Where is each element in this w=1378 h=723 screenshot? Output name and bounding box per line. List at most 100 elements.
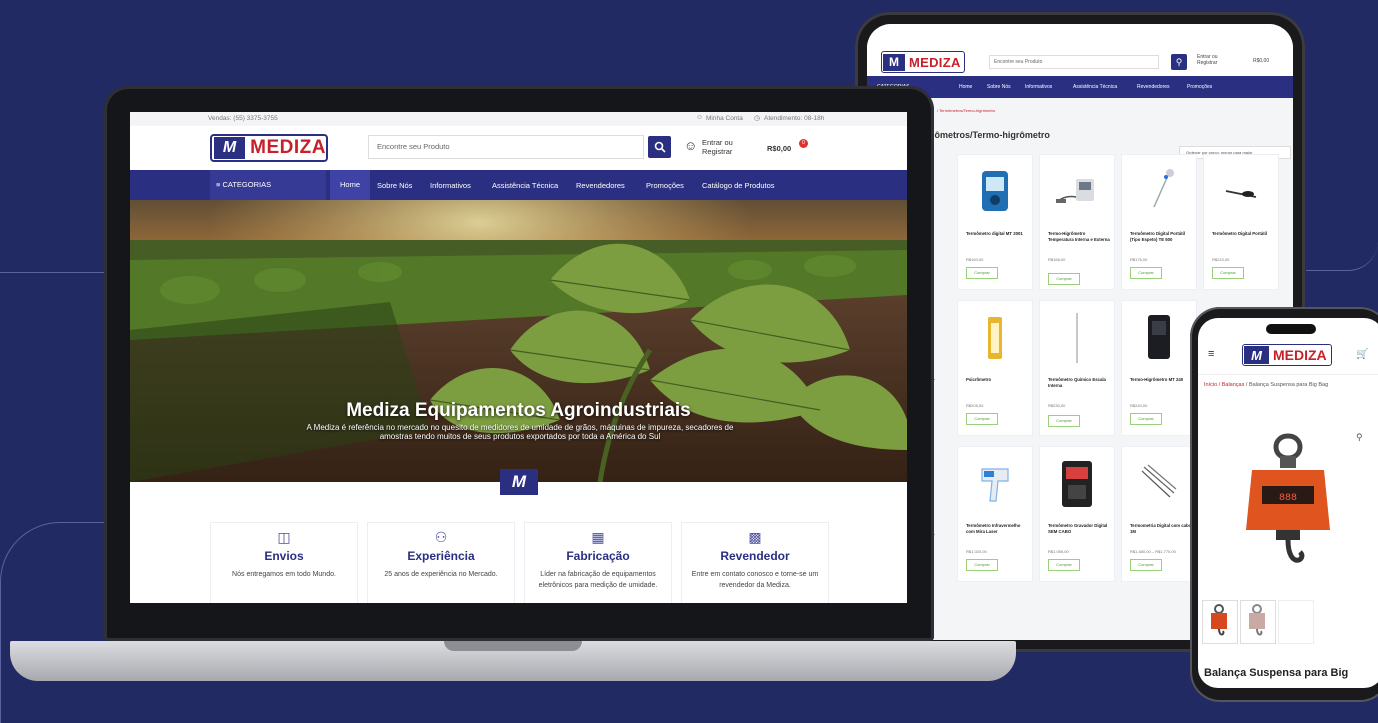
product-price: R$1.056,00 <box>1048 549 1069 554</box>
thumbnail[interactable] <box>1278 600 1314 644</box>
trophy-icon: ⚇ <box>434 529 448 545</box>
hero-banner: Mediza Equipamentos Agroindustriais A Me… <box>130 200 907 482</box>
nav-resellers[interactable]: Revendedores <box>576 181 625 190</box>
tablet-login-link[interactable]: Entrar ou Registrar <box>1197 54 1218 66</box>
product-title: Balança Suspensa para Big <box>1204 667 1349 679</box>
tablet-page-title: rmômetros/Termo-higrômetro <box>923 130 1050 140</box>
product-card[interactable]: Termômetro Químico Escala Interna R$230,… <box>1039 300 1115 436</box>
logo-mark: M <box>214 137 246 159</box>
buy-button[interactable]: Comprar <box>1212 267 1244 279</box>
cart-total[interactable]: R$0,00 <box>767 144 791 153</box>
buy-button[interactable]: Comprar <box>1048 415 1080 427</box>
feature-card-experiencia: ⚇ Experiência 25 anos de experiência no … <box>367 522 515 603</box>
buy-button[interactable]: Comprar <box>1130 413 1162 425</box>
buy-button[interactable]: Comprar <box>1048 559 1080 571</box>
laptop-notch <box>444 641 582 651</box>
product-name[interactable]: Termo-Higrômetro Temperatura Interna e E… <box>1048 231 1112 242</box>
product-card[interactable]: Termo-Higrômetro MT 240 R$240,00 Comprar <box>1121 300 1197 436</box>
feature-title: Envios <box>264 549 304 563</box>
product-card[interactable]: Termômetro Digital Portátil R$210,00 Com… <box>1203 154 1279 290</box>
tablet-search-input[interactable]: Encontre seu Produto <box>989 55 1159 69</box>
svg-text:888: 888 <box>1279 493 1297 504</box>
cart-icon[interactable]: 🛒 <box>1356 349 1368 360</box>
tablet-nav-promos[interactable]: Promoções <box>1187 84 1212 90</box>
search-icon[interactable] <box>648 136 671 158</box>
hero-logo-badge: M <box>500 469 538 495</box>
phone-breadcrumb[interactable]: Início / Balanças / Balança Suspensa par… <box>1204 382 1328 388</box>
thumbnail[interactable] <box>1202 600 1238 644</box>
hamburger-icon[interactable]: ≡ <box>1208 348 1214 360</box>
feature-text: Líder na fabricação de equipamentos elet… <box>538 571 658 589</box>
search-icon[interactable]: ⚲ <box>1171 54 1187 70</box>
background-curve-right <box>1306 240 1378 271</box>
nav-informativos[interactable]: Informativos <box>430 181 471 190</box>
product-card[interactable]: Termo-Higrômetro Temperatura Interna e E… <box>1039 154 1115 290</box>
tablet-nav-about[interactable]: Sobre Nós <box>987 84 1011 90</box>
site-logo[interactable]: M MEDIZA <box>210 134 328 162</box>
my-account-link[interactable]: Minha Conta <box>706 115 743 122</box>
breadcrumb-parent[interactable]: Início / Balanças <box>1204 382 1244 388</box>
tablet-logo[interactable]: M MEDIZA <box>881 51 965 73</box>
hero-title: Mediza Equipamentos Agroindustriais <box>346 400 691 421</box>
product-name[interactable]: Termômetro Químico Escala Interna <box>1048 377 1112 388</box>
feature-card-fabricacao: ▦ Fabricação Líder na fabricação de equi… <box>524 522 672 603</box>
buy-button[interactable]: Comprar <box>1130 559 1162 571</box>
product-name[interactable]: Psicrômetro <box>966 377 1030 383</box>
service-hours: Atendimento: 08-18h <box>764 115 825 122</box>
psychrometer-image <box>988 317 1002 359</box>
product-card[interactable]: Termometria Digital com cabos 1M R$1.480… <box>1121 446 1197 582</box>
search-input[interactable]: Encontre seu Produto <box>368 135 644 159</box>
product-price: R$1.020,00 <box>966 549 987 554</box>
login-register-link[interactable]: Entrar ou Registrar <box>702 138 733 156</box>
product-name[interactable]: Termômetro Digital Portátil (Tipo Espeto… <box>1130 231 1194 242</box>
product-name[interactable]: Termometria Digital com cabos 1M <box>1130 523 1194 534</box>
product-name[interactable]: Termômetro Gravador Digital SEM CABO <box>1048 523 1112 534</box>
nav-catalog[interactable]: Catálogo de Produtos <box>702 181 775 190</box>
tablet-nav-home[interactable]: Home <box>959 84 972 90</box>
product-card[interactable]: Termômetro Digital Portátil (Tipo Espeto… <box>1121 154 1197 290</box>
product-card[interactable]: Termômetro digital MT 2001 R$160,00 Comp… <box>957 154 1033 290</box>
buy-button[interactable]: Comprar <box>1048 273 1080 285</box>
thumbnail-image <box>1249 604 1265 636</box>
crane-scale-image: 888 <box>1246 433 1330 563</box>
logo-mark: M <box>1244 346 1269 364</box>
nav-promos[interactable]: Promoções <box>646 181 684 190</box>
laptop-screen: Vendas: (55) 3375-3755 ☺ Minha Conta ◷ A… <box>130 112 907 603</box>
product-name[interactable]: Termo-Higrômetro MT 240 <box>1130 377 1194 383</box>
product-name[interactable]: Termômetro digital MT 2001 <box>966 231 1030 237</box>
product-card[interactable]: Termômetro Infravermelho com Mira Laser … <box>957 446 1033 582</box>
product-price: R$1.480,00 – R$1.770,00 <box>1130 549 1176 554</box>
product-name[interactable]: Termômetro Infravermelho com Mira Laser <box>966 523 1030 534</box>
feature-card-revendedor: ▩ Revendedor Entre em contato conosco e … <box>681 522 829 603</box>
divider <box>1198 374 1378 375</box>
product-price: R$230,00 <box>1048 403 1066 408</box>
tablet-nav-info[interactable]: Informativos <box>1025 84 1052 90</box>
buy-button[interactable]: Comprar <box>1130 267 1162 279</box>
nav-about[interactable]: Sobre Nós <box>377 181 412 190</box>
categories-menu[interactable]: ≡ CATEGORIAS <box>210 170 326 200</box>
cart-count-badge: 0 <box>799 139 808 148</box>
buy-button[interactable]: Comprar <box>966 267 998 279</box>
buy-button[interactable]: Comprar <box>966 413 998 425</box>
tablet-breadcrumb[interactable]: / Termômetros/Termo-higrômetro <box>937 108 995 113</box>
product-card[interactable]: Termômetro Gravador Digital SEM CABO R$1… <box>1039 446 1115 582</box>
nav-home[interactable]: Home <box>330 170 370 200</box>
product-card[interactable]: Psicrômetro R$205,00 Comprar <box>957 300 1033 436</box>
logo-mark: M <box>883 53 905 71</box>
breadcrumb-current: / Balança Suspensa para Big Bag <box>1244 382 1329 388</box>
tablet-cart[interactable]: R$0,00 <box>1253 58 1269 64</box>
buy-button[interactable]: Comprar <box>966 559 998 571</box>
phone-logo[interactable]: M MEDIZA <box>1242 344 1332 366</box>
reseller-icon: ▩ <box>748 529 762 545</box>
thumbnail[interactable] <box>1240 600 1276 644</box>
tablet-nav: CATEGORIAS Home Sobre Nós Informativos A… <box>867 76 1293 98</box>
nav-assistance[interactable]: Assistência Técnica <box>492 181 558 190</box>
zoom-icon[interactable]: ⚲ <box>1356 432 1363 443</box>
main-nav: ≡ CATEGORIAS Home Sobre Nós Informativos… <box>130 170 907 200</box>
tablet-nav-assist[interactable]: Assistência Técnica <box>1073 84 1117 90</box>
tablet-nav-resellers[interactable]: Revendedores <box>1137 84 1170 90</box>
background-line <box>0 272 104 273</box>
product-name[interactable]: Termômetro Digital Portátil <box>1212 231 1276 237</box>
cable-thermometer-image <box>1141 464 1177 498</box>
sales-phone[interactable]: Vendas: (55) 3375-3755 <box>208 115 278 122</box>
